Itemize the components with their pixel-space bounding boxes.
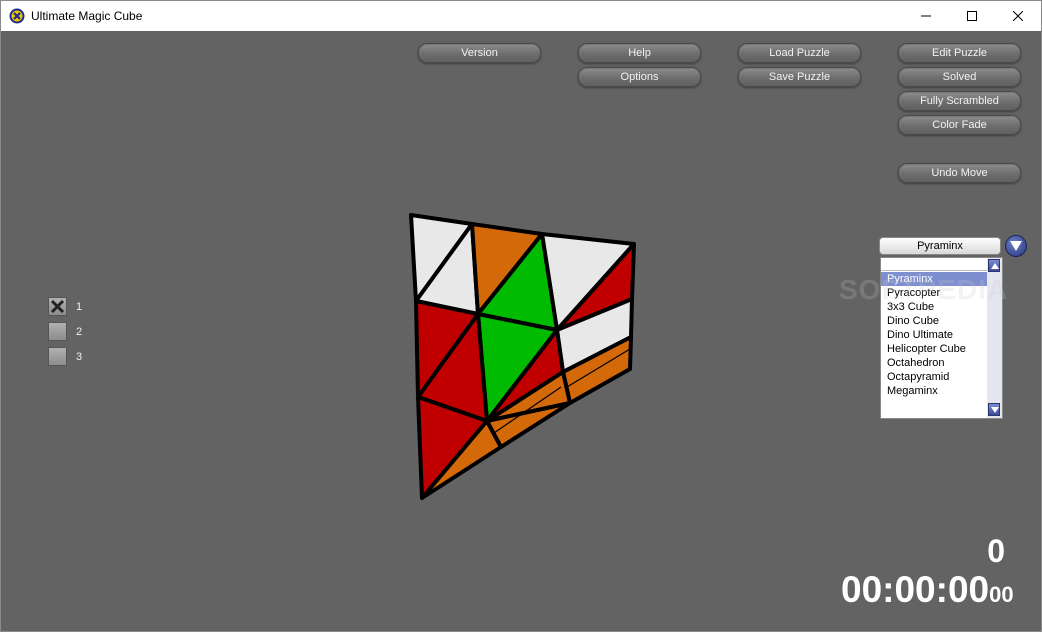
puzzle-list-filter[interactable] [881,258,988,271]
layer-3-checkbox[interactable] [48,347,67,366]
app-logo-icon [9,8,25,24]
scroll-down-button[interactable] [988,403,1000,416]
layer-3-label: 3 [76,351,83,363]
list-item-dino-cube[interactable]: Dino Cube [881,314,988,328]
watermark: SOFTPEDIA [839,274,1009,305]
timer-fraction: 00 [989,582,1014,607]
chevron-down-icon [1010,241,1022,251]
elapsed-timer: 00:00:0000 [841,569,1014,611]
title-bar: Ultimate Magic Cube [1,1,1041,31]
maximize-icon [967,11,977,21]
checkmark-x-icon [50,299,65,314]
layer-1-label: 1 [76,301,83,313]
close-icon [1013,11,1023,21]
layer-2-checkbox[interactable] [48,322,67,341]
list-item-megaminx[interactable]: Megaminx [881,384,988,398]
list-item-dino-ultimate[interactable]: Dino Ultimate [881,328,988,342]
window-title: Ultimate Magic Cube [31,9,143,23]
timer-main: 00:00:00 [841,569,990,610]
list-item-octapyramid[interactable]: Octapyramid [881,370,988,384]
list-item-helicopter-cube[interactable]: Helicopter Cube [881,342,988,356]
layer-2-label: 2 [76,326,83,338]
app-window: Ultimate Magic Cube Version Help Load Pu… [0,0,1042,632]
list-item-octahedron[interactable]: Octahedron [881,356,988,370]
close-button[interactable] [995,1,1041,31]
move-counter: 0 [987,533,1005,569]
layer-1-checkbox[interactable] [48,297,67,316]
puzzle-select[interactable]: Pyraminx [879,237,1001,255]
puzzle-viewport[interactable]: Version Help Load Puzzle Edit Puzzle Opt… [1,31,1041,631]
dropdown-toggle-button[interactable] [1005,235,1027,257]
arrow-down-icon [991,407,999,413]
minimize-icon [921,15,931,17]
scroll-up-button[interactable] [988,259,1000,272]
maximize-button[interactable] [949,1,995,31]
arrow-up-icon [991,263,999,269]
minimize-button[interactable] [903,1,949,31]
